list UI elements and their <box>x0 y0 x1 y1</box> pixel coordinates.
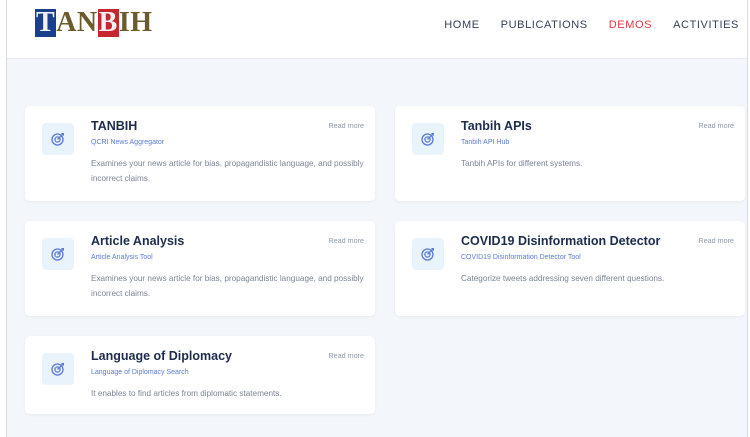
card-description: Categorize tweets addressing seven diffe… <box>461 274 665 283</box>
target-icon <box>51 132 64 146</box>
main-nav: HOME PUBLICATIONS DEMOS ACTIVITIES <box>444 19 739 31</box>
card-subtitle: COVID19 Disinformation Detector Tool <box>461 254 581 261</box>
demo-card-tanbih-apis[interactable]: Tanbih APIs Tanbih API Hub Tanbih APIs f… <box>395 106 745 201</box>
card-title[interactable]: Language of Diplomacy <box>91 349 232 363</box>
tanbih-logo[interactable]: T AN B IH <box>35 8 153 38</box>
demo-card-tanbih[interactable]: TANBIH QCRI News Aggregator Examines you… <box>25 106 375 201</box>
site-header: T AN B IH HOME PUBLICATIONS DEMOS ACTIVITIE… <box>7 0 747 59</box>
card-title[interactable]: COVID19 Disinformation Detector <box>461 234 660 248</box>
read-more-link[interactable]: Read more <box>698 236 734 245</box>
logo-letter: IH <box>118 7 153 38</box>
demos-section: TANBIH QCRI News Aggregator Examines you… <box>7 59 747 437</box>
read-more-link[interactable]: Read more <box>698 121 734 130</box>
target-icon <box>51 362 64 376</box>
card-title[interactable]: TANBIH <box>91 119 137 133</box>
card-description: It enables to find articles from diploma… <box>91 389 282 398</box>
card-title[interactable]: Article Analysis <box>91 234 184 248</box>
card-subtitle: QCRI News Aggregator <box>91 139 165 146</box>
read-more-link[interactable]: Read more <box>328 351 364 360</box>
card-subtitle: Language of Diplomacy Search <box>91 369 189 376</box>
card-icon-box <box>42 238 74 270</box>
card-description: Examines your news article for bias, pro… <box>91 159 364 183</box>
logo-letter: AN <box>56 7 98 38</box>
card-icon-box <box>42 353 74 385</box>
demo-card-covid19-detector[interactable]: COVID19 Disinformation Detector COVID19 … <box>395 221 745 316</box>
logo-letter: B <box>97 7 119 38</box>
nav-demos[interactable]: DEMOS <box>609 19 652 31</box>
card-title[interactable]: Tanbih APIs <box>461 119 532 133</box>
browser-page: T AN B IH HOME PUBLICATIONS DEMOS ACTIVITIE… <box>6 0 748 437</box>
card-icon-box <box>412 238 444 270</box>
logo-letter: T <box>35 7 57 38</box>
demo-card-language-of-diplomacy[interactable]: Language of Diplomacy Language of Diplom… <box>25 336 375 414</box>
read-more-link[interactable]: Read more <box>328 236 364 245</box>
nav-activities[interactable]: ACTIVITIES <box>673 19 739 31</box>
target-icon <box>51 247 64 261</box>
card-icon-box <box>42 123 74 155</box>
nav-publications[interactable]: PUBLICATIONS <box>501 19 588 31</box>
read-more-link[interactable]: Read more <box>328 121 364 130</box>
nav-home[interactable]: HOME <box>444 19 479 31</box>
target-icon <box>421 247 434 261</box>
card-description: Examines your news article for bias, pro… <box>91 274 364 298</box>
card-description: Tanbih APIs for different systems. <box>461 159 583 168</box>
demo-card-article-analysis[interactable]: Article Analysis Article Analysis Tool E… <box>25 221 375 316</box>
card-subtitle: Article Analysis Tool <box>91 254 153 261</box>
card-subtitle: Tanbih API Hub <box>461 139 510 146</box>
card-icon-box <box>412 123 444 155</box>
target-icon <box>421 132 434 146</box>
